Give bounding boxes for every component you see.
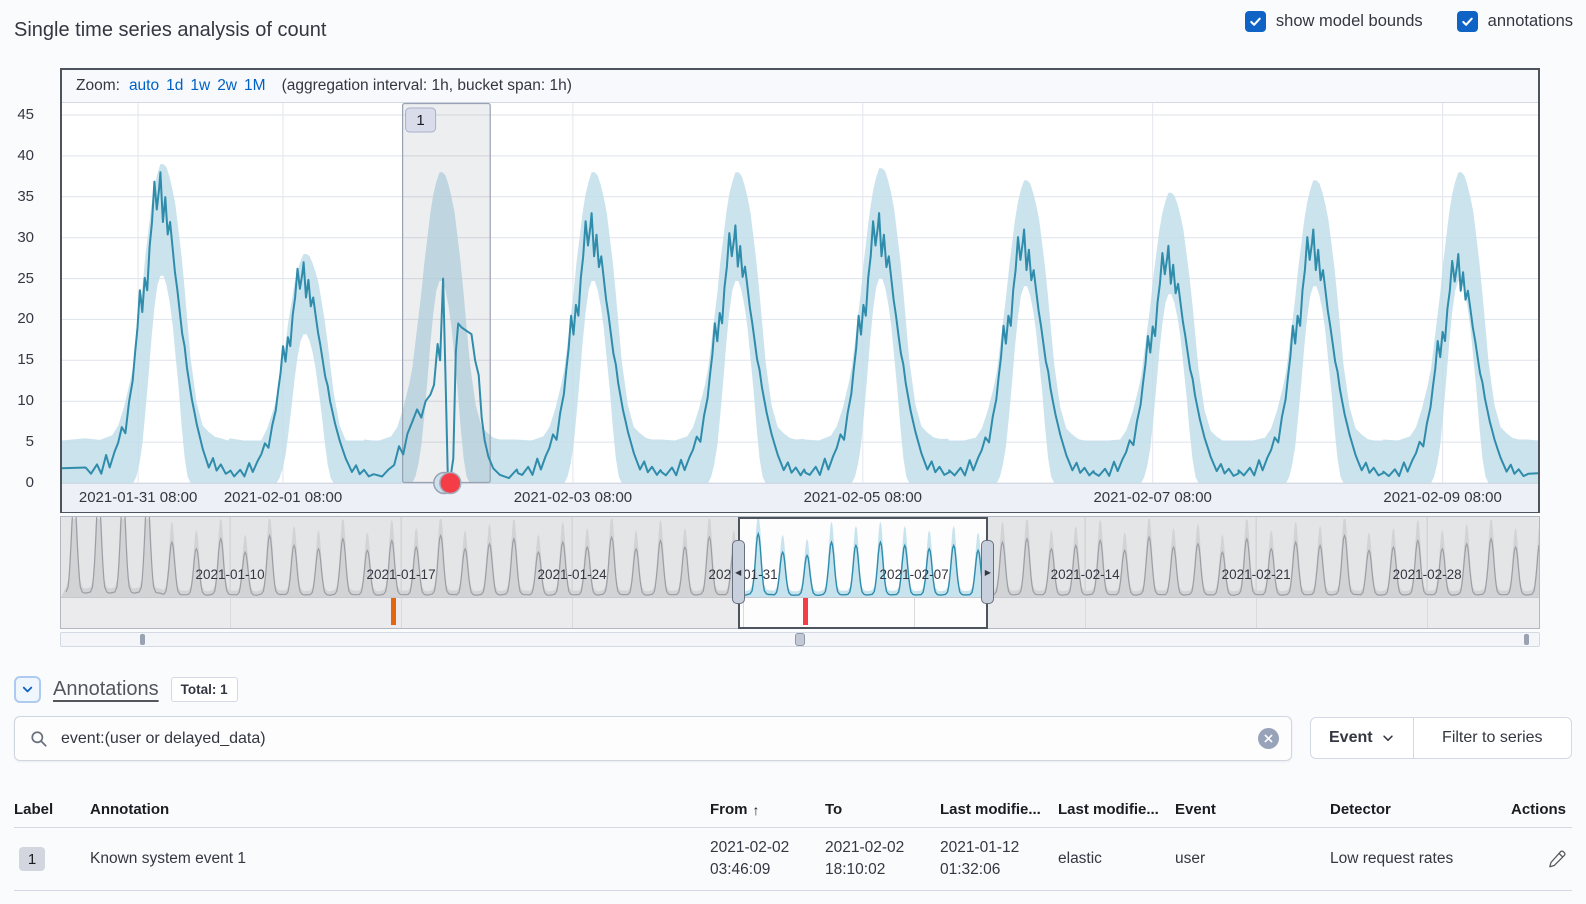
last-modified-date-cell: 2021-01-1201:32:06 [940,837,1058,882]
x-axis-tick-label: 2021-02-07 08:00 [1093,489,1211,506]
zoom-2w-link[interactable]: 2w [217,77,237,94]
annotations-search[interactable] [14,716,1292,761]
checkbox-checked-icon[interactable] [1457,11,1478,32]
timeline-scrollbar[interactable] [60,632,1540,647]
x-axis-tick-label: 2021-02-09 08:00 [1383,489,1501,506]
from-cell: 2021-02-0203:46:09 [710,837,825,882]
x-axis-tick-label: 2021-02-03 08:00 [514,489,632,506]
chart-toggles: show model bounds annotations [1245,11,1573,32]
search-input[interactable] [61,730,1258,748]
column-header-from[interactable]: From↑ [710,801,825,818]
sort-asc-icon: ↑ [753,802,760,818]
y-axis-tick-label: 45 [17,106,34,123]
column-header-detector[interactable]: Detector [1330,801,1480,818]
annotation-label-cell: 1 [14,847,90,871]
event-cell: user [1175,850,1330,868]
event-filter-label: Event [1329,729,1373,747]
aggregation-note: (aggregation interval: 1h, bucket span: … [282,77,572,94]
y-axis-tick-label: 0 [26,474,34,491]
swimlane-gridline [1427,598,1428,628]
filter-to-series-label: Filter to series [1442,729,1542,747]
swimlane-gridline [230,598,231,628]
annotation-flag[interactable]: 1 [406,108,436,132]
scrollbar-thumb[interactable] [795,633,805,646]
brush-selection[interactable]: ◀ ▶ [738,517,989,629]
zoom-label: Zoom: [76,77,120,94]
y-axis-tick-label: 5 [26,433,34,450]
clear-search-icon[interactable] [1258,728,1279,749]
annotations-heading-link[interactable]: Annotations [53,678,159,701]
context-chart[interactable]: 2021-01-102021-01-172021-01-242021-01-31… [60,516,1540,629]
anomaly-marker[interactable] [440,473,461,494]
svg-text:1: 1 [416,112,424,129]
zoom-1d-link[interactable]: 1d [166,77,183,94]
checkbox-label: annotations [1488,12,1573,31]
actions-cell [1480,850,1572,868]
column-header-last-modified-date[interactable]: Last modifie... [940,801,1058,818]
page-title: Single time series analysis of count [14,19,326,42]
y-axis-tick-label: 40 [17,147,34,164]
annotations-header: Annotations Total: 1 [14,676,238,703]
zoom-1w-link[interactable]: 1w [190,77,210,94]
event-filter-button[interactable]: Event [1311,718,1414,758]
swimlane-gridline [1085,598,1086,628]
y-axis-tick-label: 35 [17,188,34,205]
y-axis-tick-label: 30 [17,229,34,246]
x-axis-tick-label: 2021-01-31 08:00 [79,489,197,506]
annotation-text-cell: Known system event 1 [90,850,710,868]
brush-handle-right-icon[interactable]: ▶ [981,540,994,604]
y-axis-tick-label: 20 [17,310,34,327]
checkbox-label: show model bounds [1276,12,1423,31]
last-modified-by-cell: elastic [1058,850,1175,868]
focus-chart[interactable]: 1 [62,103,1538,483]
annotations-table: Label Annotation From↑ To Last modifie..… [14,792,1572,891]
show-model-bounds-checkbox[interactable]: show model bounds [1245,11,1423,32]
column-header-event[interactable]: Event [1175,801,1330,818]
caret-down-icon [1381,731,1395,745]
x-axis: 2021-01-31 08:00 2021-02-01 08:00 2021-02-… [62,483,1538,512]
y-axis-tick-label: 15 [17,351,34,368]
annotations-filter-buttons: Event Filter to series [1310,717,1572,759]
scrollbar-mark-right[interactable] [1524,634,1529,645]
table-header-row: Label Annotation From↑ To Last modifie..… [14,792,1572,828]
column-header-actions: Actions [1480,801,1572,818]
column-header-to[interactable]: To [825,801,940,818]
brush-handle-left-icon[interactable]: ◀ [732,540,745,604]
scrollbar-mark-left[interactable] [140,634,145,645]
annotations-checkbox[interactable]: annotations [1457,11,1573,32]
column-header-label[interactable]: Label [14,801,90,818]
y-axis-tick-label: 10 [17,392,34,409]
y-axis: 051015202530354045 [0,103,46,485]
search-icon [30,730,48,748]
swimlane-gridline [401,598,402,628]
zoom-auto-link[interactable]: auto [129,77,159,94]
column-header-last-modified-by[interactable]: Last modifie... [1058,801,1175,818]
collapse-annotations-button[interactable] [14,676,41,703]
zoom-1M-link[interactable]: 1M [244,77,266,94]
timeseries-chart-panel: Zoom: auto 1d 1w 2w 1M (aggregation interval: … [60,68,1540,513]
checkbox-checked-icon[interactable] [1245,11,1266,32]
zoom-controls: Zoom: auto 1d 1w 2w 1M (aggregation interval: … [62,70,1538,103]
filter-to-series-button[interactable]: Filter to series [1414,718,1571,758]
column-header-annotation[interactable]: Annotation [90,801,710,818]
annotation-marker[interactable] [391,598,396,625]
annotation-label-badge: 1 [19,847,45,871]
y-axis-tick-label: 25 [17,270,34,287]
x-axis-tick-label: 2021-02-05 08:00 [804,489,922,506]
swimlane-gridline [572,598,573,628]
focus-chart-svg[interactable]: 1 [62,103,1538,483]
to-cell: 2021-02-0218:10:02 [825,837,940,882]
swimlane-gridline [1256,598,1257,628]
total-badge: Total: 1 [171,677,238,702]
table-row: 1 Known system event 1 2021-02-0203:46:0… [14,828,1572,891]
edit-pencil-icon[interactable] [1548,850,1566,868]
x-axis-tick-label: 2021-02-01 08:00 [224,489,342,506]
chevron-down-icon [20,682,35,697]
detector-cell: Low request rates [1330,850,1480,868]
